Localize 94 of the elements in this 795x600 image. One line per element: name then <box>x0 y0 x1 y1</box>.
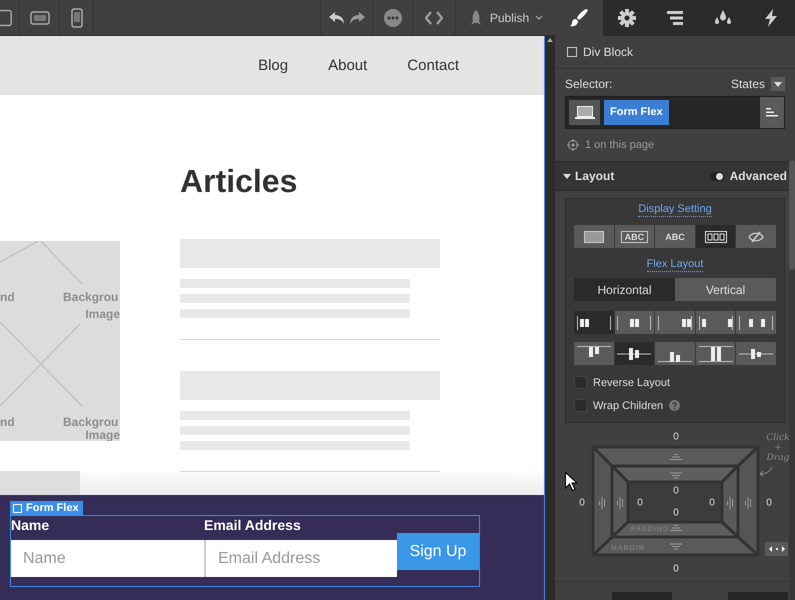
justify-icon <box>576 314 612 330</box>
justify-icon <box>698 314 734 330</box>
element-label: Div Block <box>583 45 634 59</box>
device-button[interactable] <box>569 100 600 125</box>
image-placeholder-label: nd <box>0 415 15 429</box>
eye-slash-icon <box>748 230 764 242</box>
redo-button[interactable] <box>348 10 366 24</box>
image-placeholder-label: Backgrou <box>63 290 118 304</box>
align-icon <box>656 350 693 362</box>
spacing-value[interactable]: 0 <box>766 498 772 508</box>
field-label: Name <box>11 516 50 535</box>
spacing-value[interactable]: 0 <box>673 486 679 496</box>
direction-option[interactable]: Vertical <box>675 278 776 301</box>
scrollbar[interactable] <box>545 36 555 600</box>
align-option[interactable] <box>696 342 736 365</box>
tablet-landscape-icon <box>30 10 50 24</box>
gear-icon <box>617 8 637 28</box>
align-icon <box>698 346 734 362</box>
list-icon <box>665 8 685 28</box>
selection-badge: Form Flex <box>10 501 83 515</box>
hint-arrow-icon <box>759 466 773 476</box>
nav-link[interactable]: Contact <box>407 57 459 74</box>
align-icon <box>616 346 652 362</box>
box-model-drawing[interactable] <box>592 446 760 556</box>
spacing-link-button[interactable] <box>765 542 788 556</box>
spacing-value[interactable]: 0 <box>637 498 643 508</box>
justify-icon <box>616 314 652 330</box>
selector-field[interactable]: Form Flex <box>565 96 785 129</box>
more-icon <box>384 8 402 26</box>
menu-icon <box>766 108 778 117</box>
justify-option[interactable] <box>574 311 614 334</box>
nav-link[interactable]: About <box>328 57 368 74</box>
caret-icon <box>774 82 782 86</box>
align-option[interactable] <box>736 342 776 365</box>
selector-menu-button[interactable] <box>760 97 784 128</box>
spacing-value[interactable]: 0 <box>673 432 679 442</box>
display-option[interactable]: ABC <box>655 225 695 248</box>
justify-option[interactable] <box>696 311 736 334</box>
brush-icon <box>569 8 589 28</box>
drag-hint: Click + Drag <box>765 433 791 463</box>
align-option[interactable] <box>574 342 614 365</box>
nav-link[interactable]: Blog <box>258 57 288 74</box>
justify-icon <box>656 314 693 330</box>
states-dropdown[interactable] <box>771 77 785 91</box>
scrollbar[interactable] <box>789 160 795 600</box>
redo-icon <box>348 10 366 24</box>
states-label: States <box>730 77 765 91</box>
selector-label: Selector: <box>565 77 612 91</box>
caret-icon <box>535 15 544 20</box>
checkbox[interactable] <box>574 376 587 389</box>
field-label: Email Address <box>204 516 302 535</box>
justify-option[interactable] <box>614 311 654 334</box>
page-heading: Articles <box>180 163 298 199</box>
element-icon <box>13 504 22 512</box>
tablet-icon <box>0 8 13 28</box>
laptop-icon <box>574 106 594 120</box>
display-option[interactable]: ABC <box>614 225 654 248</box>
cursor-icon <box>565 472 577 491</box>
direction-option[interactable]: Horizontal <box>574 278 675 301</box>
target-icon <box>567 139 579 151</box>
input-field[interactable]: Name <box>11 540 204 577</box>
display-option[interactable] <box>696 225 736 248</box>
image-placeholder-label: Backgrou <box>63 415 118 429</box>
spacing-value[interactable]: 0 <box>673 508 679 518</box>
scroll-up-icon <box>547 38 553 42</box>
class-tag[interactable]: Form Flex <box>604 100 669 125</box>
arrows-icon <box>768 546 784 552</box>
checkbox-label: Reverse Layout <box>593 376 670 388</box>
spacing-value[interactable]: 0 <box>579 498 585 508</box>
justify-option[interactable] <box>655 311 695 334</box>
undo-button[interactable] <box>328 10 346 24</box>
align-option[interactable] <box>614 342 654 365</box>
image-placeholder-label: nd <box>0 290 15 304</box>
advanced-label: Advanced <box>730 169 787 183</box>
checkbox[interactable] <box>574 399 587 412</box>
undo-icon <box>328 10 346 24</box>
phone-icon <box>70 8 82 28</box>
display-setting-link[interactable]: Display Setting <box>638 203 712 217</box>
spacing-value[interactable]: 0 <box>673 564 679 574</box>
flex-icon <box>704 230 727 242</box>
align-option[interactable] <box>655 342 695 365</box>
input-field[interactable]: Email Address <box>204 540 397 577</box>
element-icon <box>567 47 577 57</box>
checkbox-label: Wrap Children <box>593 400 664 412</box>
block-icon <box>584 230 604 242</box>
justify-option[interactable] <box>736 311 776 334</box>
justify-icon <box>738 314 774 330</box>
usage-count: 1 on this page <box>585 139 654 151</box>
advanced-toggle[interactable] <box>710 172 724 180</box>
code-icon <box>425 10 443 24</box>
flex-layout-link[interactable]: Flex Layout <box>646 258 704 272</box>
spacing-value[interactable]: 0 <box>709 498 715 508</box>
image-placeholder-label: Image <box>85 307 120 321</box>
section-title[interactable]: Layout <box>575 169 614 183</box>
